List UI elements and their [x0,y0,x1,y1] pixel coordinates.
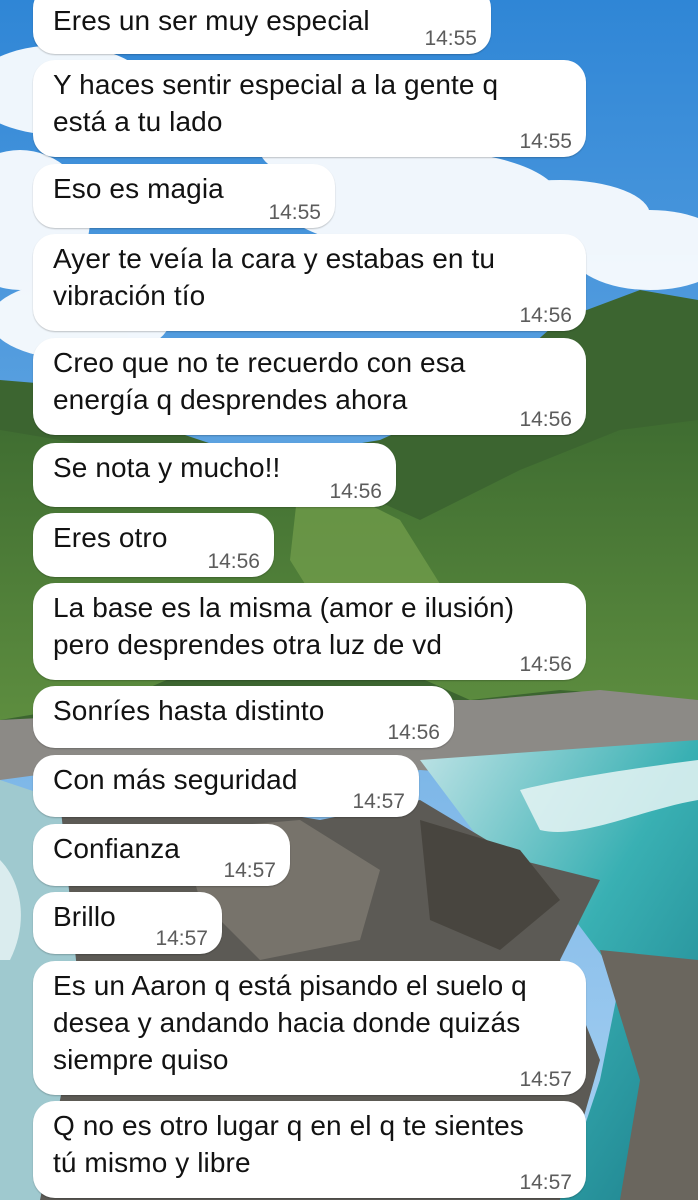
message-timestamp: 14:55 [424,27,477,50]
message-timestamp: 14:57 [519,1068,572,1091]
message-text: Ayer te veía la cara y estabas en tu vib… [53,243,496,311]
incoming-message-bubble[interactable]: Eres otro 14:56 [33,513,274,577]
message-text: Se nota y mucho!! [53,452,281,483]
message-text: Con más seguridad [53,764,298,795]
message-text: Sonríes hasta distinto [53,695,325,726]
incoming-message-bubble[interactable]: Brillo 14:57 [33,892,222,954]
message-text: Eres un ser muy especial [53,5,370,36]
incoming-message-bubble[interactable]: La base es la misma (amor e ilusión) per… [33,583,586,680]
incoming-message-bubble[interactable]: Es un Aaron q está pisando el suelo q de… [33,961,586,1095]
message-text: La base es la misma (amor e ilusión) per… [53,592,515,660]
incoming-message-bubble[interactable]: Con más seguridad 14:57 [33,755,419,817]
message-timestamp: 14:56 [329,480,382,503]
message-timestamp: 14:55 [268,201,321,224]
incoming-message-bubble[interactable]: Y haces sentir especial a la gente q est… [33,60,586,157]
incoming-message-bubble[interactable]: Eres un ser muy especial 14:55 [33,0,491,54]
message-text: Q no es otro lugar q en el q te sientes … [53,1110,524,1178]
incoming-message-bubble[interactable]: Se nota y mucho!! 14:56 [33,443,396,507]
message-timestamp: 14:56 [519,653,572,676]
incoming-message-bubble[interactable]: Creo que no te recuerdo con esa energía … [33,338,586,435]
incoming-message-bubble[interactable]: Q no es otro lugar q en el q te sientes … [33,1101,586,1198]
incoming-message-bubble[interactable]: Eso es magia 14:55 [33,164,335,228]
message-list[interactable]: Eres un ser muy especial 14:55 Y haces s… [0,0,698,1200]
message-timestamp: 14:57 [155,927,208,950]
message-timestamp: 14:57 [519,1171,572,1194]
message-timestamp: 14:56 [207,550,260,573]
message-text: Y haces sentir especial a la gente q est… [53,69,499,137]
message-timestamp: 14:56 [519,304,572,327]
message-timestamp: 14:55 [519,130,572,153]
incoming-message-bubble[interactable]: Ayer te veía la cara y estabas en tu vib… [33,234,586,331]
message-timestamp: 14:57 [223,859,276,882]
message-text: Creo que no te recuerdo con esa energía … [53,347,466,415]
message-timestamp: 14:56 [387,721,440,744]
incoming-message-bubble[interactable]: Confianza 14:57 [33,824,290,886]
incoming-message-bubble[interactable]: Sonríes hasta distinto 14:56 [33,686,454,748]
message-timestamp: 14:57 [352,790,405,813]
message-timestamp: 14:56 [519,408,572,431]
message-text: Es un Aaron q está pisando el suelo q de… [53,970,527,1075]
